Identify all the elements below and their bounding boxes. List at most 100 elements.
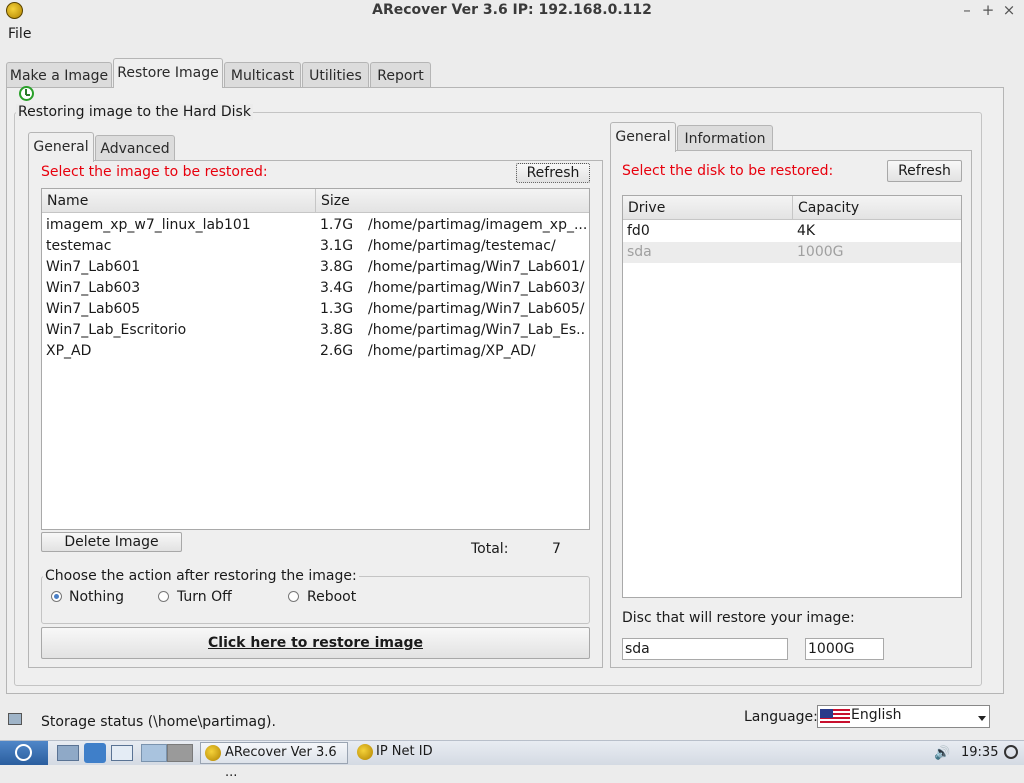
image-name-cell: imagem_xp_w7_linux_lab101	[46, 217, 251, 233]
restore-icon	[19, 86, 34, 101]
app-logo-icon	[357, 744, 373, 760]
close-button[interactable]: ×	[1000, 1, 1018, 19]
tab-restore-image[interactable]: Restore Image	[113, 58, 223, 88]
table-row[interactable]: Win7_Lab601 3.8G/home/partimag/Win7_Lab60…	[42, 257, 589, 278]
radio-nothing-label: Nothing	[69, 589, 125, 605]
us-flag-icon	[820, 709, 850, 725]
image-size-cell: 3.4G	[320, 280, 354, 296]
language-label: Language:	[744, 709, 818, 725]
image-list[interactable]: Name Size imagem_xp_w7_linux_lab101 1.7G /…	[41, 188, 590, 530]
tab-make-image[interactable]: Make a Image	[6, 62, 112, 88]
table-row[interactable]: sda 1000G	[623, 242, 961, 263]
disc-restore-label: Disc that will restore your image:	[622, 610, 855, 626]
image-name-cell: Win7_Lab603	[46, 280, 141, 296]
image-size-cell: 1.7G	[320, 217, 354, 233]
disc-name-field[interactable]: sda	[622, 638, 788, 660]
image-size-cell: 2.6G	[320, 343, 354, 359]
disc-capacity-field[interactable]: 1000G	[805, 638, 884, 660]
chevron-down-icon	[978, 716, 986, 721]
language-value: English	[851, 707, 902, 723]
table-row[interactable]: Win7_Lab_Escritorio 3.8G/home/partimag/Wi…	[42, 320, 589, 341]
disk-rows: fd0 4K sda 1000G	[623, 221, 961, 263]
radio-reboot[interactable]	[288, 591, 299, 602]
image-select-prompt: Select the image to be restored:	[41, 164, 268, 180]
start-menu-icon	[15, 744, 32, 761]
workspace-2[interactable]	[167, 744, 193, 762]
image-name-cell: Win7_Lab605	[46, 301, 141, 317]
app-logo-icon	[205, 745, 221, 761]
image-name-cell: testemac	[46, 238, 112, 254]
column-header-name[interactable]: Name	[42, 189, 316, 213]
radio-nothing[interactable]	[51, 591, 62, 602]
start-menu-button[interactable]	[0, 741, 48, 765]
browser-icon[interactable]	[84, 743, 106, 763]
image-rows: imagem_xp_w7_linux_lab101 1.7G/home/parti…	[42, 215, 589, 362]
image-path-cell: /home/partimag/Win7_Lab603/	[368, 280, 585, 296]
storage-status: Storage status (\home\partimag).	[41, 714, 276, 730]
clock: 19:35	[961, 745, 999, 760]
image-size-cell: 3.1G	[320, 238, 354, 254]
image-path-cell: /home/partimag/Win7_Lab_Es...	[368, 322, 586, 338]
left-tab-advanced[interactable]: Advanced	[95, 135, 175, 161]
capacity-cell: 1000G	[797, 244, 844, 260]
tab-utilities[interactable]: Utilities	[302, 62, 369, 88]
drive-cell: fd0	[627, 223, 650, 239]
show-desktop-icon[interactable]	[111, 745, 133, 761]
column-header-drive[interactable]: Drive	[623, 196, 793, 220]
workspace-1[interactable]	[141, 744, 167, 762]
restoring-group-title: Restoring image to the Hard Disk	[16, 104, 253, 120]
table-row[interactable]: Win7_Lab605 1.3G/home/partimag/Win7_Lab60…	[42, 299, 589, 320]
image-path-cell: /home/partimag/Win7_Lab605/	[368, 301, 585, 317]
column-header-capacity[interactable]: Capacity	[793, 196, 961, 220]
storage-icon	[8, 713, 22, 725]
language-select[interactable]: English	[817, 705, 990, 728]
restore-image-button-label: Click here to restore image	[208, 635, 423, 651]
taskbar-app-arecover[interactable]: ARecover Ver 3.6 ...	[200, 742, 348, 780]
total-label: Total:	[471, 541, 509, 557]
delete-image-button[interactable]: Delete Image	[41, 532, 182, 552]
minimize-button[interactable]: –	[958, 1, 976, 19]
table-row[interactable]: imagem_xp_w7_linux_lab101 1.7G/home/parti…	[42, 215, 589, 236]
table-row[interactable]: Win7_Lab603 3.4G/home/partimag/Win7_Lab60…	[42, 278, 589, 299]
restore-image-button[interactable]: Click here to restore image	[41, 627, 590, 659]
taskbar-app-ipnetid-label: IP Net ID	[376, 744, 433, 759]
action-group-title: Choose the action after restoring the im…	[43, 568, 359, 584]
right-tab-general[interactable]: General	[610, 122, 676, 152]
taskbar: ARecover Ver 3.6 ... IP Net ID 🔊 19:35	[0, 740, 1024, 780]
tab-report[interactable]: Report	[370, 62, 431, 88]
radio-reboot-label: Reboot	[307, 589, 357, 605]
refresh-images-button[interactable]: Refresh	[516, 163, 590, 183]
taskbar-app-ipnetid[interactable]: IP Net ID	[353, 742, 453, 764]
column-header-size[interactable]: Size	[316, 189, 589, 213]
maximize-button[interactable]: +	[979, 1, 997, 19]
total-value: 7	[552, 541, 561, 557]
image-size-cell: 3.8G	[320, 259, 354, 275]
right-tab-information[interactable]: Information	[677, 125, 773, 151]
image-size-cell: 1.3G	[320, 301, 354, 317]
left-tab-general[interactable]: General	[28, 132, 94, 162]
image-path-cell: /home/partimag/XP_AD/	[368, 343, 536, 359]
tab-multicast[interactable]: Multicast	[224, 62, 301, 88]
image-name-cell: Win7_Lab_Escritorio	[46, 322, 187, 338]
file-manager-icon[interactable]	[57, 745, 79, 761]
power-icon[interactable]	[1004, 745, 1018, 759]
title-bar: ARecover Ver 3.6 IP: 192.168.0.112 – + ×	[0, 0, 1024, 22]
disk-list[interactable]: Drive Capacity fd0 4K sda 1000G	[622, 195, 962, 598]
drive-cell: sda	[627, 244, 652, 260]
table-row[interactable]: fd0 4K	[623, 221, 961, 242]
image-path-cell: /home/partimag/imagem_xp_...	[368, 217, 586, 233]
menu-bar: File	[0, 24, 1024, 46]
menu-file[interactable]: File	[8, 26, 31, 42]
image-name-cell: XP_AD	[46, 343, 92, 359]
table-row[interactable]: testemac 3.1G/home/partimag/testemac/	[42, 236, 589, 257]
table-row[interactable]: XP_AD 2.6G/home/partimag/XP_AD/	[42, 341, 589, 362]
image-path-cell: /home/partimag/Win7_Lab601/	[368, 259, 585, 275]
disk-list-header: Drive Capacity	[623, 196, 961, 220]
image-size-cell: 3.8G	[320, 322, 354, 338]
image-name-cell: Win7_Lab601	[46, 259, 141, 275]
volume-icon[interactable]: 🔊	[934, 746, 950, 761]
radio-turn-off-label: Turn Off	[177, 589, 232, 605]
radio-turn-off[interactable]	[158, 591, 169, 602]
taskbar-app-arecover-label: ARecover Ver 3.6 ...	[225, 745, 337, 780]
refresh-disks-button[interactable]: Refresh	[887, 160, 962, 182]
